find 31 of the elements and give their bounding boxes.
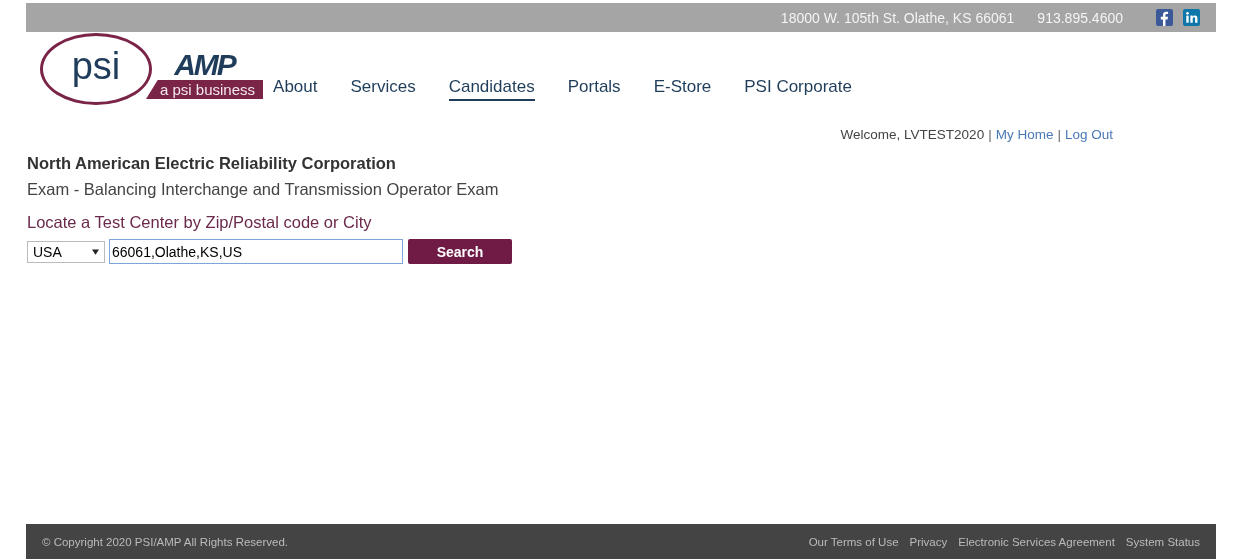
country-select[interactable]: USA xyxy=(27,240,105,263)
exam-title: Exam - Balancing Interchange and Transmission Operator Exam xyxy=(27,180,500,199)
logo[interactable]: psi AMP a psi business xyxy=(40,33,264,105)
separator: | xyxy=(1057,127,1061,142)
search-button[interactable]: Search xyxy=(408,239,512,264)
caret-icon xyxy=(92,248,99,255)
nav-link[interactable]: Portals xyxy=(567,77,621,101)
location-field[interactable]: 66061,Olathe,KS,US xyxy=(109,239,403,264)
linkedin-icon[interactable] xyxy=(1183,9,1200,26)
tagline-banner: a psi business xyxy=(146,80,264,99)
facebook-icon[interactable] xyxy=(1156,9,1173,26)
footer-link[interactable]: Electronic Services Agreement xyxy=(958,535,1115,548)
log-out-link[interactable]: Log Out xyxy=(1064,127,1113,142)
my-home-link[interactable]: My Home xyxy=(995,127,1054,142)
nav-link[interactable]: Candidates xyxy=(448,77,535,101)
copyright-text: © Copyright 2020 PSI/AMP All Rights Reserved. xyxy=(42,535,289,548)
organization-title: North American Electric Reliability Corporation xyxy=(27,154,397,173)
footer-link[interactable]: Privacy xyxy=(909,535,948,548)
locate-heading: Locate a Test Center by Zip/Postal code or City xyxy=(27,213,373,232)
brand-text: AMP xyxy=(174,50,235,80)
nav-link[interactable]: Services xyxy=(350,77,416,101)
welcome-text: Welcome, LVTEST2020 xyxy=(840,127,985,142)
address-text: 18000 W. 105th St. Olathe, KS 66061 xyxy=(780,9,1015,26)
logo-text: psi xyxy=(71,47,121,85)
footer-link[interactable]: System Status xyxy=(1125,535,1200,548)
nav-link[interactable]: E-Store xyxy=(653,77,712,101)
nav-link[interactable]: PSI Corporate xyxy=(744,77,852,101)
phone-text: 913.895.4600 xyxy=(1037,9,1123,26)
separator: | xyxy=(988,127,992,142)
footer-link[interactable]: Our Terms of Use xyxy=(808,535,899,548)
nav-link[interactable]: About xyxy=(273,77,318,101)
